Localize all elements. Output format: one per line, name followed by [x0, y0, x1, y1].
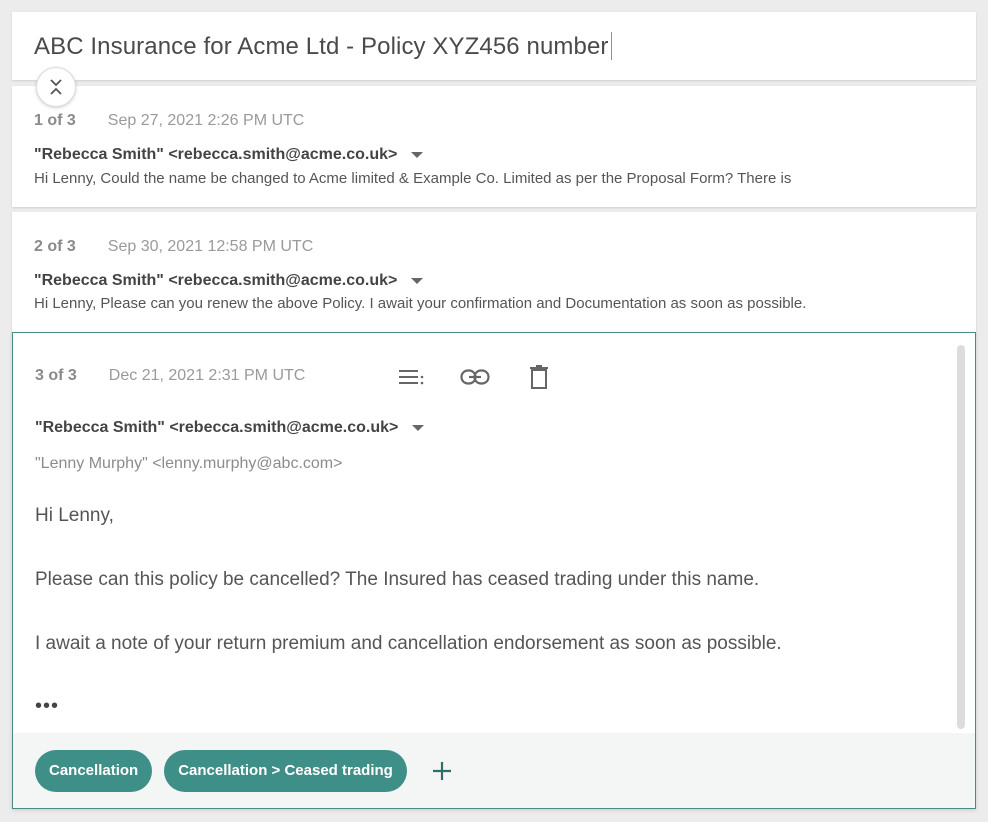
message-meta: 1 of 3 Sep 27, 2021 2:26 PM UTC — [34, 112, 304, 130]
link-button[interactable] — [459, 363, 491, 391]
message-snippet: Hi Lenny, Please can you renew the above… — [34, 295, 807, 312]
message-card-expanded: 3 of 3 Dec 21, 2021 2:31 PM UTC "Rebecca… — [12, 332, 976, 809]
body-greeting: Hi Lenny, — [35, 505, 114, 526]
message-counter: 3 of 3 — [35, 367, 77, 384]
message-from-row: "Rebecca Smith" <rebecca.smith@acme.co.u… — [34, 146, 424, 164]
message-from-row: "Rebecca Smith" <rebecca.smith@acme.co.u… — [34, 272, 424, 290]
email-thread: ABC Insurance for Acme Ltd - Policy XYZ4… — [12, 12, 976, 812]
body-paragraph: Please can this policy be cancelled? The… — [35, 569, 760, 590]
message-date: Sep 30, 2021 12:58 PM UTC — [107, 238, 314, 255]
tag-bar: Cancellation Cancellation > Ceased tradi… — [13, 733, 975, 808]
tag-chip[interactable]: Cancellation > Ceased trading — [164, 749, 407, 792]
message-snippet: Hi Lenny, Could the name be changed to A… — [34, 170, 792, 187]
message-counter: 1 of 3 — [34, 112, 76, 129]
sender: "Rebecca Smith" <rebecca.smith@acme.co.u… — [35, 419, 399, 436]
message-meta: 3 of 3 Dec 21, 2021 2:31 PM UTC — [35, 367, 305, 385]
message-from-row: "Rebecca Smith" <rebecca.smith@acme.co.u… — [35, 419, 425, 437]
add-tag-button[interactable] — [427, 756, 457, 786]
message-date: Sep 27, 2021 2:26 PM UTC — [107, 112, 305, 129]
sender: "Rebecca Smith" <rebecca.smith@acme.co.u… — [34, 272, 398, 289]
show-trimmed-content-button[interactable]: ••• — [35, 695, 59, 718]
sender: "Rebecca Smith" <rebecca.smith@acme.co.u… — [34, 146, 398, 163]
delete-button[interactable] — [523, 363, 555, 391]
caret-down-icon[interactable] — [411, 278, 424, 284]
thread-title-text: ABC Insurance for Acme Ltd - Policy XYZ4… — [34, 33, 609, 60]
recipient: "Lenny Murphy" <lenny.murphy@abc.com> — [35, 455, 343, 472]
text-cursor — [610, 32, 612, 60]
thread-header: ABC Insurance for Acme Ltd - Policy XYZ4… — [12, 12, 976, 80]
message-card[interactable]: 1 of 3 Sep 27, 2021 2:26 PM UTC "Rebecca… — [12, 86, 976, 207]
trash-icon — [530, 365, 548, 389]
body-paragraph: I await a note of your return premium an… — [35, 633, 782, 654]
message-card[interactable]: 2 of 3 Sep 30, 2021 12:58 PM UTC "Rebecc… — [12, 212, 976, 334]
tag-chip[interactable]: Cancellation — [35, 749, 153, 792]
scrollbar[interactable] — [957, 345, 965, 729]
message-actions — [395, 363, 555, 391]
message-date: Dec 21, 2021 2:31 PM UTC — [108, 367, 306, 384]
message-meta: 2 of 3 Sep 30, 2021 12:58 PM UTC — [34, 238, 313, 256]
caret-down-icon[interactable] — [411, 152, 424, 158]
list-icon — [399, 370, 424, 385]
link-icon — [460, 369, 490, 385]
caret-down-icon[interactable] — [412, 425, 425, 431]
unfold-less-icon — [50, 79, 62, 95]
collapse-messages-button[interactable] — [36, 67, 76, 107]
plus-icon — [432, 761, 451, 780]
list-button[interactable] — [395, 363, 427, 391]
message-counter: 2 of 3 — [34, 238, 76, 255]
thread-title[interactable]: ABC Insurance for Acme Ltd - Policy XYZ4… — [34, 32, 612, 61]
